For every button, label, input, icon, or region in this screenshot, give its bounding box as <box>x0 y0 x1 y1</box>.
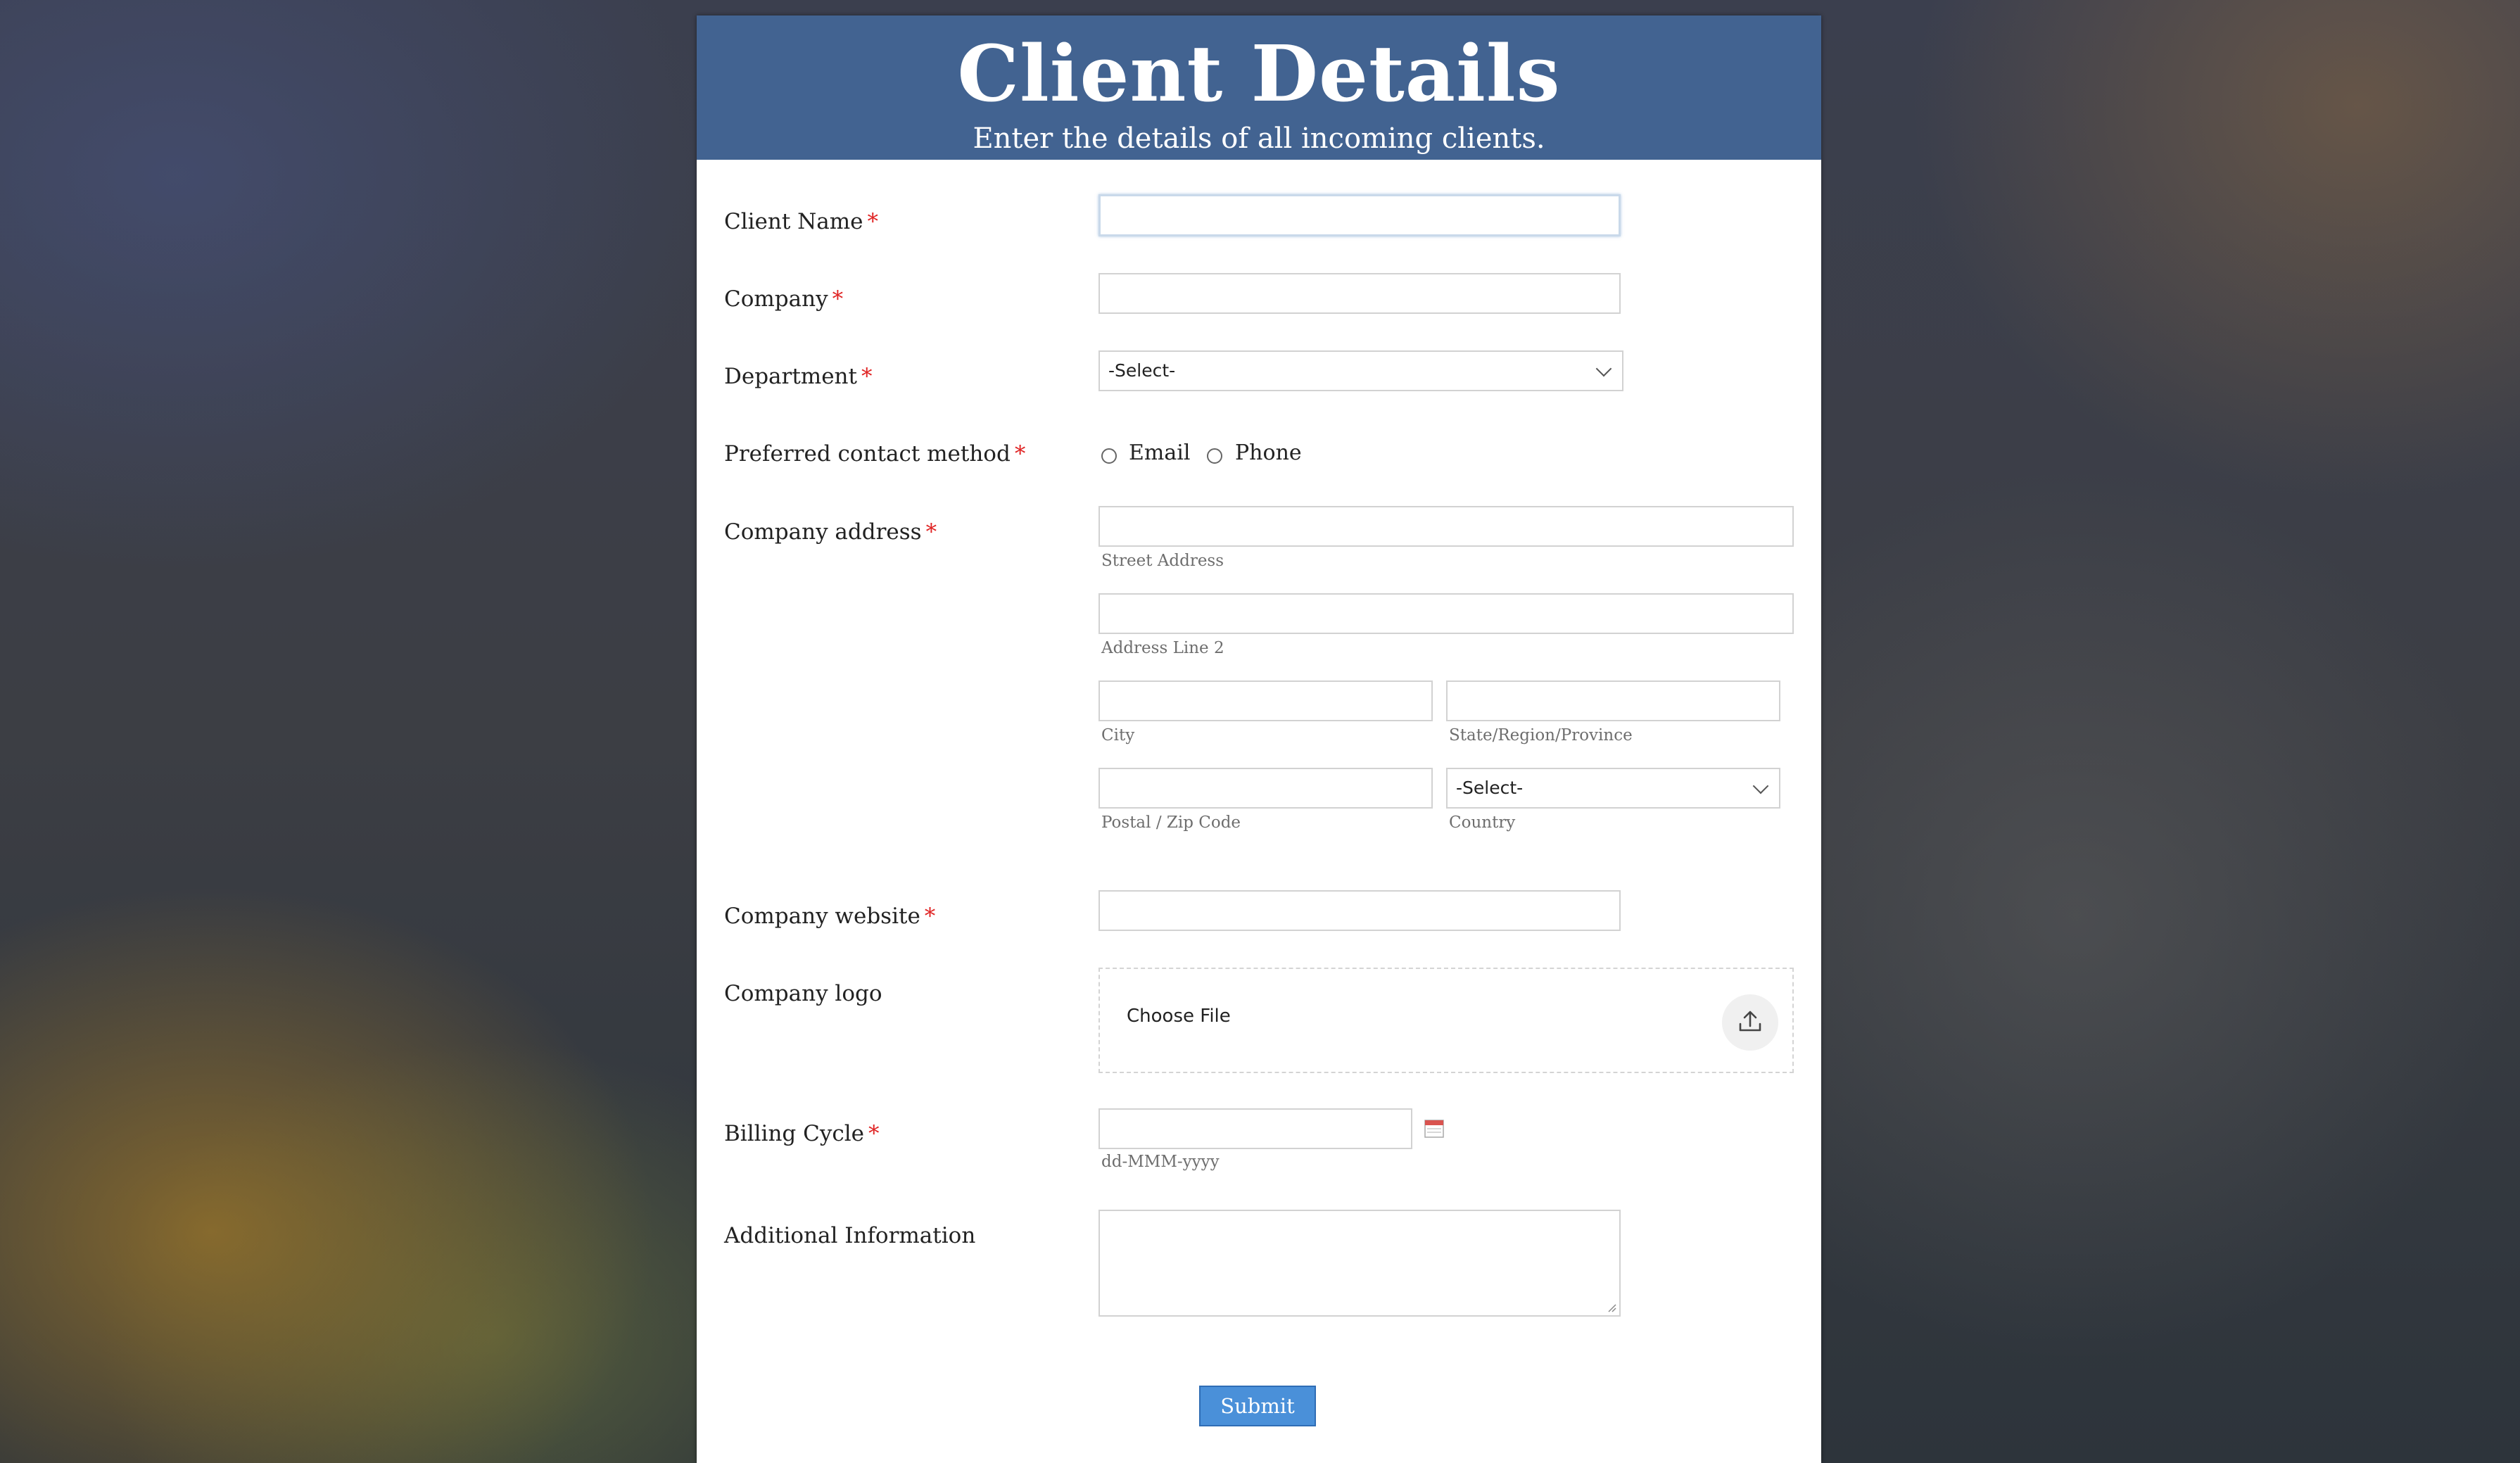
country-selected-value: -Select- <box>1456 778 1524 798</box>
address-line2-input[interactable] <box>1098 593 1794 634</box>
street-address-input[interactable] <box>1098 506 1794 547</box>
company-logo-label: Company logo <box>724 981 882 1006</box>
company-input[interactable] <box>1098 273 1621 314</box>
form-header: Client Details Enter the details of all … <box>697 15 1821 160</box>
company-website-input[interactable] <box>1098 890 1621 931</box>
department-select[interactable]: -Select- <box>1098 350 1623 391</box>
resize-grip-icon[interactable] <box>1607 1303 1616 1312</box>
street-address-sublabel: Street Address <box>1101 552 1224 570</box>
client-details-form: Client Details Enter the details of all … <box>697 15 1821 1463</box>
phone-radio[interactable] <box>1207 448 1222 464</box>
upload-icon <box>1739 1011 1761 1032</box>
chevron-down-icon <box>1595 360 1612 377</box>
required-marker: * <box>832 286 844 312</box>
company-logo-upload[interactable]: Choose File <box>1098 968 1794 1073</box>
phone-radio-label[interactable]: Phone <box>1235 441 1302 465</box>
postal-code-sublabel: Postal / Zip Code <box>1101 813 1241 832</box>
department-label: Department * <box>724 364 873 389</box>
required-marker: * <box>925 519 937 545</box>
form-subtitle: Enter the details of all incoming client… <box>973 122 1545 155</box>
chevron-down-icon <box>1752 778 1769 794</box>
billing-cycle-input[interactable] <box>1098 1108 1412 1149</box>
city-sublabel: City <box>1101 726 1135 745</box>
state-input[interactable] <box>1446 680 1780 721</box>
email-radio[interactable] <box>1101 448 1117 464</box>
address-line2-sublabel: Address Line 2 <box>1101 639 1224 657</box>
calendar-icon[interactable] <box>1424 1119 1444 1139</box>
email-radio-label[interactable]: Email <box>1129 441 1190 465</box>
choose-file-text[interactable]: Choose File <box>1127 1006 1231 1027</box>
company-website-label: Company website * <box>724 904 936 929</box>
required-marker: * <box>1014 441 1026 467</box>
contact-method-label: Preferred contact method * <box>724 441 1026 467</box>
required-marker: * <box>867 209 879 234</box>
upload-button[interactable] <box>1722 994 1778 1051</box>
postal-code-input[interactable] <box>1098 768 1433 809</box>
company-address-label: Company address * <box>724 519 937 545</box>
required-marker: * <box>868 1121 880 1146</box>
company-label: Company * <box>724 286 844 312</box>
required-marker: * <box>924 904 936 929</box>
submit-button[interactable]: Submit <box>1199 1386 1316 1426</box>
billing-cycle-label: Billing Cycle * <box>724 1121 880 1146</box>
additional-info-label: Additional Information <box>724 1223 976 1248</box>
department-selected-value: -Select- <box>1108 360 1176 381</box>
required-marker: * <box>861 364 873 389</box>
city-input[interactable] <box>1098 680 1433 721</box>
country-select[interactable]: -Select- <box>1446 768 1780 809</box>
country-sublabel: Country <box>1449 813 1516 832</box>
client-name-label: Client Name * <box>724 209 879 234</box>
state-sublabel: State/Region/Province <box>1449 726 1633 745</box>
form-title: Client Details <box>957 28 1561 119</box>
additional-info-textarea[interactable] <box>1098 1210 1621 1317</box>
client-name-input[interactable] <box>1098 194 1621 236</box>
billing-cycle-format-hint: dd-MMM-yyyy <box>1101 1153 1220 1171</box>
